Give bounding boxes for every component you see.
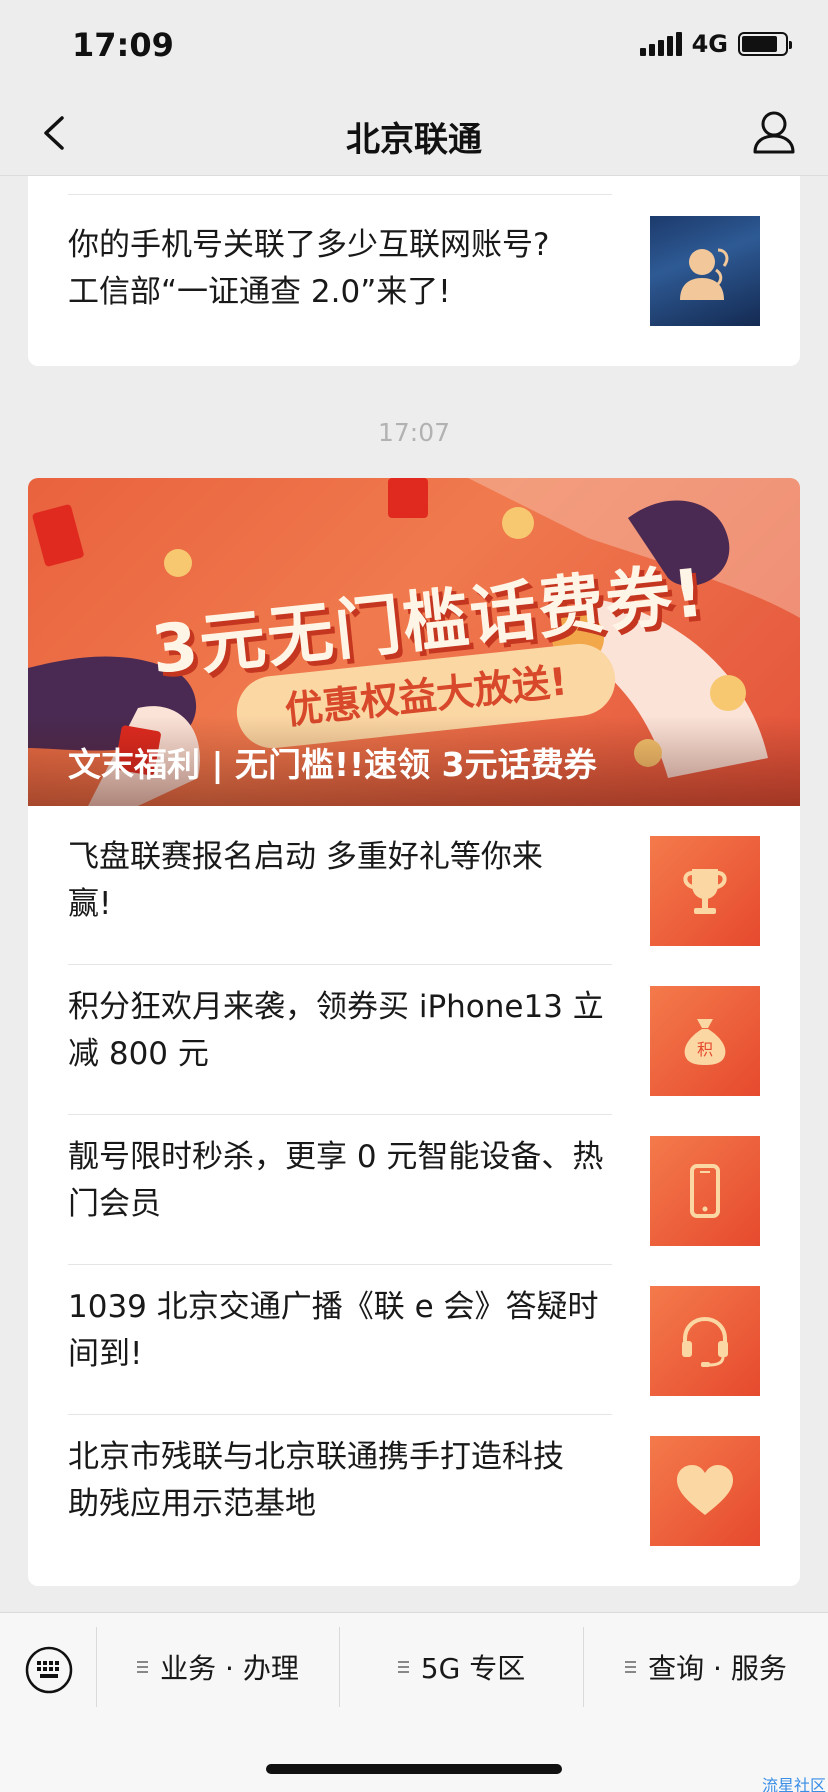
article-title-line: 北京市残联与北京联通携手打造科技 xyxy=(68,1439,564,1475)
banner-caption: 文末福利 | 无门槛!!速领 3元话费券 xyxy=(68,745,597,784)
article-thumbnail[interactable] xyxy=(650,216,760,326)
article-title[interactable]: 1039 北京交通广播《联 e 会》答疑时 间到! xyxy=(68,1284,638,1378)
money-bag-label: 积 xyxy=(697,1040,713,1059)
person-icon xyxy=(753,111,795,154)
phone-icon xyxy=(690,1164,720,1218)
menu-item-business[interactable]: 业务 · 办理 xyxy=(97,1627,339,1707)
divider xyxy=(68,1414,612,1415)
article-title-line: 1039 北京交通广播《联 e 会》答疑时 xyxy=(68,1289,599,1325)
status-indicators: 4G xyxy=(639,30,792,58)
article-title-line: 间到! xyxy=(68,1336,143,1372)
network-type: 4G xyxy=(691,30,728,58)
divider xyxy=(68,1114,612,1115)
menu-list-icon xyxy=(625,1661,637,1673)
home-indicator xyxy=(266,1764,562,1774)
menu-item-label: 查询 · 服务 xyxy=(648,1652,787,1685)
keyboard-toggle-button[interactable] xyxy=(24,1645,74,1695)
article-title[interactable]: 积分狂欢月来袭，领券买 iPhone13 立 减 800 元 xyxy=(68,984,638,1078)
menu-item-query[interactable]: 查询 · 服务 xyxy=(584,1627,828,1707)
menu-list-icon xyxy=(137,1661,149,1673)
article-title-line: 减 800 元 xyxy=(68,1036,209,1072)
profile-button[interactable] xyxy=(750,108,798,158)
money-bag-icon: 积 xyxy=(684,1019,726,1065)
article-thumbnail[interactable] xyxy=(650,836,760,946)
message-timestamp: 17:07 xyxy=(377,418,451,447)
article-title-line: 赢! xyxy=(68,886,112,922)
trophy-icon xyxy=(683,869,727,914)
divider xyxy=(68,194,612,195)
article-title[interactable]: 北京市残联与北京联通携手打造科技 助残应用示范基地 xyxy=(68,1434,638,1528)
status-bar: 17:09 4G xyxy=(0,0,828,90)
menu-item-label: 业务 · 办理 xyxy=(160,1652,299,1685)
status-time: 17:09 xyxy=(72,26,174,64)
page-title: 北京联通 xyxy=(346,120,482,160)
article-thumbnail[interactable] xyxy=(650,1136,760,1246)
article-title-line: 积分狂欢月来袭，领券买 iPhone13 立 xyxy=(68,989,604,1025)
divider xyxy=(68,964,612,965)
signal-icon xyxy=(639,32,682,56)
article-thumbnail[interactable]: 积 xyxy=(650,986,760,1096)
article-card: 3元无门槛话费券! 优惠权益大放送! 文末福利 | 无门槛!!速领 3元话费券 … xyxy=(28,478,800,1586)
divider xyxy=(68,1264,612,1265)
article-title-line: 你的手机号关联了多少互联网账号? xyxy=(68,227,550,263)
watermark-text: 流星社区 xyxy=(761,1776,826,1792)
article-card-previous: 你的手机号关联了多少互联网账号? 工信部“一证通查 2.0”来了! xyxy=(28,176,800,366)
article-title-line: 门会员 xyxy=(68,1186,161,1222)
keyboard-icon xyxy=(25,1646,73,1694)
article-title[interactable]: 飞盘联赛报名启动 多重好礼等你来 赢! xyxy=(68,834,638,928)
article-thumbnail[interactable] xyxy=(650,1286,760,1396)
article-title[interactable]: 靓号限时秒杀，更享 0 元智能设备、热 门会员 xyxy=(68,1134,668,1228)
article-title-line: 工信部“一证通查 2.0”来了! xyxy=(68,274,451,310)
menu-item-5g[interactable]: 5G 专区 xyxy=(340,1627,583,1707)
article-title-line: 助残应用示范基地 xyxy=(68,1486,316,1522)
menu-list-icon xyxy=(397,1661,409,1673)
article-title-line: 靓号限时秒杀，更享 0 元智能设备、热 xyxy=(68,1139,604,1175)
menu-item-label: 5G 专区 xyxy=(420,1652,526,1685)
headset-icon xyxy=(682,1316,728,1367)
article-title-line: 飞盘联赛报名启动 多重好礼等你来 xyxy=(68,839,543,875)
nav-bar: 北京联通 xyxy=(0,90,828,176)
person-silhouette-icon xyxy=(680,248,729,300)
article-thumbnail[interactable] xyxy=(650,1436,760,1546)
heart-icon xyxy=(677,1465,733,1515)
banner-article[interactable]: 3元无门槛话费券! 优惠权益大放送! 文末福利 | 无门槛!!速领 3元话费券 xyxy=(28,478,800,806)
battery-icon xyxy=(738,32,792,56)
article-title[interactable]: 你的手机号关联了多少互联网账号? 工信部“一证通查 2.0”来了! xyxy=(68,222,638,316)
